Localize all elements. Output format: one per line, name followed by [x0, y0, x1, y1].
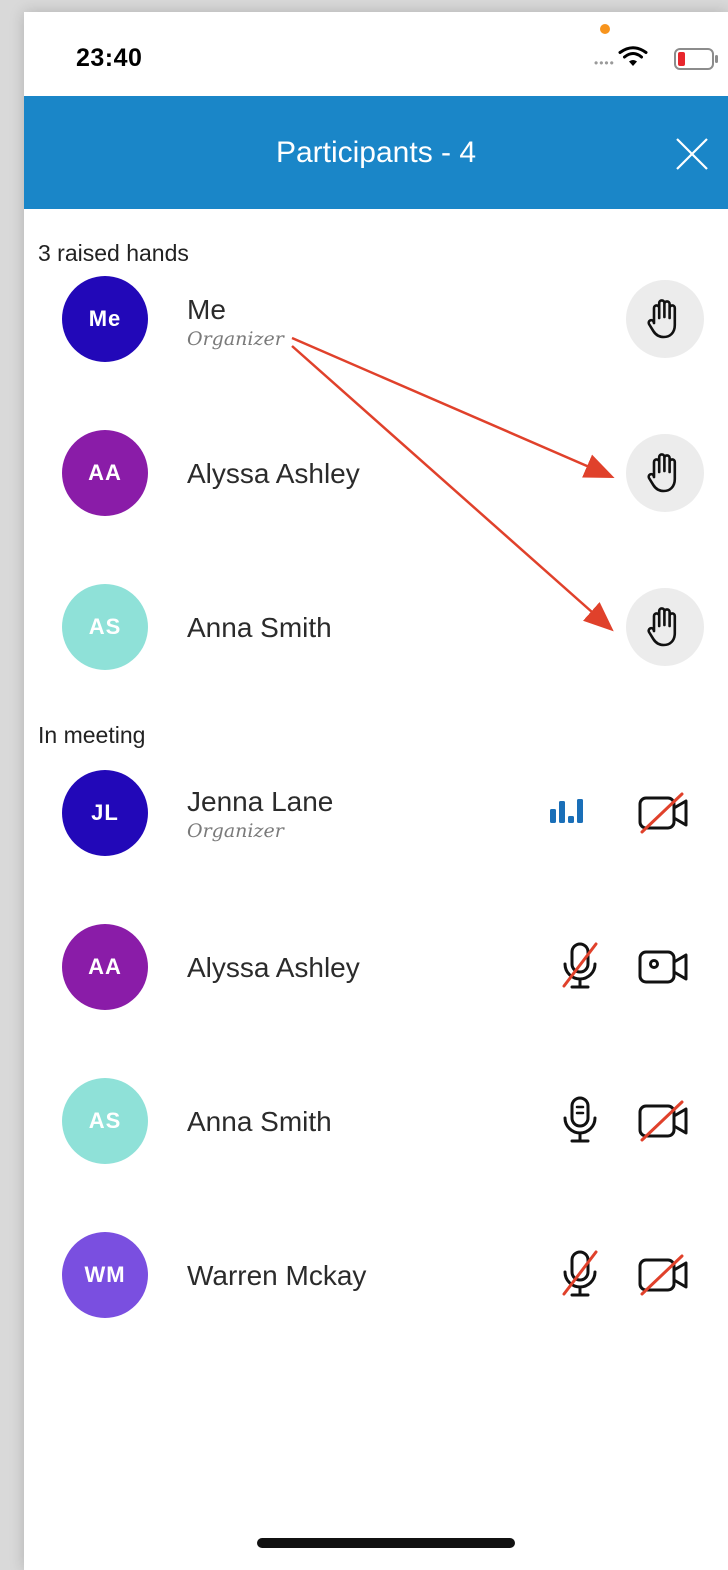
camera-off-icon — [638, 1100, 688, 1142]
camera-toggle[interactable] — [632, 1250, 696, 1300]
camera-icon — [638, 950, 688, 984]
raised-hand-icon — [647, 299, 677, 339]
avatar: AS — [62, 584, 148, 670]
participant-row[interactable]: JL Jenna Lane Organizer — [24, 770, 728, 870]
mic-icon — [563, 1096, 597, 1143]
participant-name: Jenna Lane — [187, 786, 334, 817]
battery-low-icon — [674, 48, 718, 70]
avatar: WM — [62, 1232, 148, 1318]
avatar: JL — [62, 770, 148, 856]
participant-name: Anna Smith — [187, 612, 332, 643]
participant-row[interactable]: AS Anna Smith — [24, 1078, 728, 1178]
speaking-indicator — [544, 790, 604, 834]
camera-toggle[interactable] — [632, 1096, 696, 1146]
wifi-icon — [618, 46, 648, 66]
camera-toggle[interactable] — [632, 942, 696, 992]
lower-hand-button[interactable] — [626, 588, 704, 666]
raised-hand-row[interactable]: Me Me Organizer — [24, 276, 728, 376]
mic-toggle[interactable] — [552, 1092, 608, 1148]
raised-hand-row[interactable]: AA Alyssa Ashley — [24, 430, 728, 530]
status-bar: 23:40 •••• — [24, 12, 728, 96]
participant-role: Organizer — [187, 820, 284, 842]
raised-hands-section-label: 3 raised hands — [38, 240, 189, 266]
camera-off-icon — [638, 1254, 688, 1296]
raised-hand-row[interactable]: AS Anna Smith — [24, 584, 728, 684]
avatar: AA — [62, 430, 148, 516]
mic-toggle[interactable] — [552, 938, 608, 994]
camera-toggle[interactable] — [632, 788, 696, 838]
camera-off-icon — [638, 792, 688, 834]
participant-row[interactable]: WM Warren Mckay — [24, 1232, 728, 1332]
participant-name: Me — [187, 294, 226, 325]
avatar: Me — [62, 276, 148, 362]
mic-off-icon — [562, 942, 598, 989]
raised-hand-icon — [647, 607, 677, 647]
participant-row[interactable]: AA Alyssa Ashley — [24, 924, 728, 1024]
participant-name: Anna Smith — [187, 1106, 332, 1137]
speaking-icon — [550, 799, 583, 823]
avatar: AA — [62, 924, 148, 1010]
mic-toggle[interactable] — [552, 1246, 608, 1302]
status-time: 23:40 — [76, 44, 143, 72]
cellular-signal-icon: •••• — [594, 56, 615, 70]
lower-hand-button[interactable] — [626, 434, 704, 512]
raised-hand-icon — [647, 453, 677, 493]
page-title: Participants - 4 — [275, 136, 477, 169]
participant-name: Alyssa Ashley — [187, 952, 360, 983]
in-meeting-section-label: In meeting — [38, 722, 146, 748]
phone-screen: 23:40 •••• Participants - 4 3 raised han… — [24, 12, 728, 1570]
close-icon[interactable] — [674, 136, 710, 172]
participant-name: Warren Mckay — [187, 1260, 367, 1291]
mic-off-icon — [562, 1250, 598, 1297]
lower-hand-button[interactable] — [626, 280, 704, 358]
avatar: AS — [62, 1078, 148, 1164]
privacy-indicator-icon — [600, 24, 610, 34]
participant-role: Organizer — [187, 328, 284, 350]
participant-name: Alyssa Ashley — [187, 458, 360, 489]
participants-header: Participants - 4 — [24, 96, 728, 209]
home-indicator[interactable] — [257, 1538, 515, 1548]
